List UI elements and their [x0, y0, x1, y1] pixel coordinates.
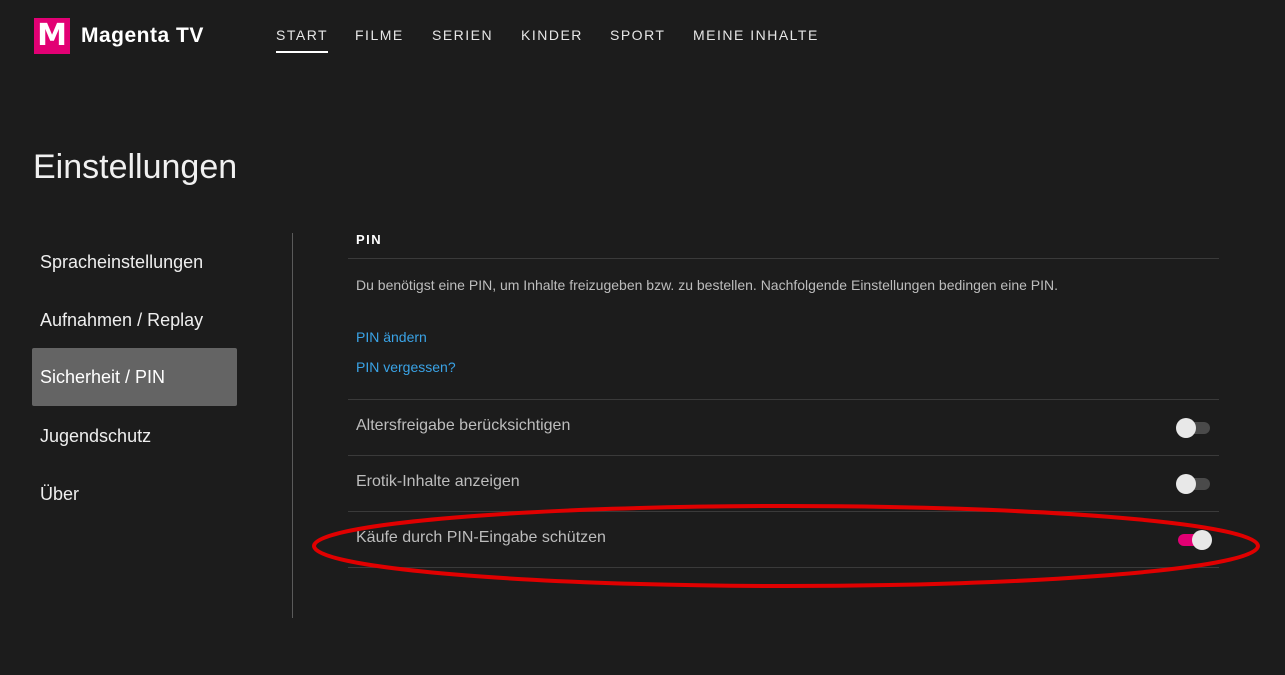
toggle-knob: [1176, 418, 1196, 438]
brand-name[interactable]: Magenta TV: [81, 24, 204, 48]
sidebar-item-aufnahmen-replay[interactable]: Aufnahmen / Replay: [32, 291, 237, 349]
forgot-pin-link[interactable]: PIN vergessen?: [356, 359, 456, 375]
toggle-knob: [1192, 530, 1212, 550]
settings-page: M Magenta TV START FILME SERIEN KINDER S…: [0, 0, 1285, 675]
toggle-knob: [1176, 474, 1196, 494]
nav-item-sport[interactable]: SPORT: [610, 27, 665, 43]
change-pin-link[interactable]: PIN ändern: [356, 329, 427, 345]
pin-description: Du benötigst eine PIN, um Inhalte freizu…: [356, 277, 1059, 293]
setting-row-altersfreigabe: Altersfreigabe berücksichtigen: [348, 399, 1219, 455]
altersfreigabe-toggle[interactable]: [1176, 416, 1212, 438]
setting-row-kaeufe-pin: Käufe durch PIN-Eingabe schützen: [348, 511, 1219, 567]
setting-label: Erotik-Inhalte anzeigen: [356, 473, 520, 490]
sidebar-item-jugendschutz[interactable]: Jugendschutz: [32, 407, 237, 465]
erotik-toggle[interactable]: [1176, 472, 1212, 494]
nav-item-meine-inhalte[interactable]: MEINE INHALTE: [693, 27, 819, 43]
sidebar-divider: [292, 233, 293, 618]
nav-item-kinder[interactable]: KINDER: [521, 27, 583, 43]
row-divider: [348, 567, 1219, 568]
sidebar-item-ueber[interactable]: Über: [32, 465, 237, 523]
setting-label: Käufe durch PIN-Eingabe schützen: [356, 529, 606, 546]
kaeufe-pin-toggle[interactable]: [1176, 528, 1212, 550]
setting-label: Altersfreigabe berücksichtigen: [356, 417, 571, 434]
sidebar-item-spracheinstellungen[interactable]: Spracheinstellungen: [32, 233, 237, 291]
section-title: PIN: [356, 232, 383, 247]
magenta-logo-icon[interactable]: M: [34, 18, 70, 54]
nav-item-serien[interactable]: SERIEN: [432, 27, 493, 43]
nav-item-filme[interactable]: FILME: [355, 27, 404, 43]
nav-item-start[interactable]: START: [276, 27, 329, 53]
sidebar-item-sicherheit-pin[interactable]: Sicherheit / PIN: [32, 348, 237, 406]
setting-row-erotik: Erotik-Inhalte anzeigen: [348, 455, 1219, 511]
page-title: Einstellungen: [33, 148, 238, 186]
section-divider: [348, 258, 1219, 259]
